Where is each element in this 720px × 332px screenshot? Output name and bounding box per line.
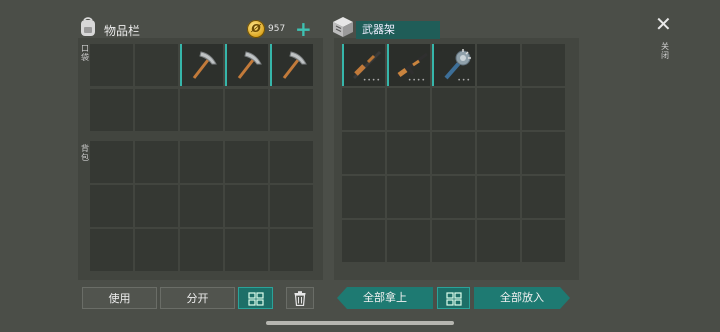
backpack-slot[interactable] [180,185,223,227]
rack-slot-empty[interactable] [342,176,385,218]
backpack-slot[interactable] [135,141,178,183]
rack-slot-empty[interactable] [522,44,565,86]
pickaxe-icon [237,51,262,79]
pocket-slot-empty[interactable] [180,89,223,131]
backpack-slot[interactable] [135,185,178,227]
coin-icon: Ø [247,20,265,38]
backpack-slot[interactable] [270,141,313,183]
pocket-slot-empty[interactable] [135,89,178,131]
pocket-slot-empty[interactable] [90,44,133,86]
rack-slot-empty[interactable] [387,132,430,174]
durability-dots: •••• [407,77,426,84]
backpack-slot[interactable] [270,229,313,271]
close-icon[interactable]: ✕ [655,14,672,34]
rack-slot-empty[interactable] [522,88,565,130]
backpack-slot[interactable] [180,229,223,271]
trash-button[interactable] [286,287,314,309]
rack-slot-empty[interactable] [477,132,520,174]
split-button[interactable]: 分开 [160,287,235,309]
coin-count: 957 [268,24,286,34]
pocket-slot-pickaxe[interactable] [225,44,268,86]
rack-grid: •••• •••• ••• [342,44,565,262]
take-all-button[interactable]: 全部拿上 [337,287,433,309]
pocket-slot-empty[interactable] [270,89,313,131]
durability-dots: •••• [362,77,381,84]
backpack-icon [78,16,98,42]
rack-slot-empty[interactable] [432,176,475,218]
side-strip [640,0,720,332]
backpack-slot[interactable] [270,185,313,227]
use-button[interactable]: 使用 [82,287,157,309]
rack-title: 武器架 [356,21,440,39]
home-indicator[interactable] [266,321,454,325]
sort-inventory-button[interactable] [238,287,273,309]
rack-slot-empty[interactable] [342,220,385,262]
pocket-grid [90,44,313,86]
rack-slot-mace[interactable]: ••• [432,44,475,86]
backpack-slot[interactable] [90,185,133,227]
sort-rack-button[interactable] [437,287,470,309]
rack-slot-empty[interactable] [387,88,430,130]
pocket-slot-empty[interactable] [90,89,133,131]
rack-slot-empty[interactable] [387,220,430,262]
pocket-slot-empty[interactable] [225,89,268,131]
backpack-slot[interactable] [180,141,223,183]
backpack-slot[interactable] [225,229,268,271]
rack-slot-empty[interactable] [522,132,565,174]
rack-slot-rifle[interactable]: •••• [387,44,430,86]
rack-slot-empty[interactable] [477,176,520,218]
put-all-button[interactable]: 全部放入 [474,287,570,309]
close-label[interactable]: 关闭 [660,42,670,60]
backpack-slot[interactable] [90,229,133,271]
pickaxe-icon [192,51,217,79]
pocket-slot-pickaxe[interactable] [180,44,223,86]
trash-icon [294,291,306,307]
pocket-slot-empty[interactable] [135,44,178,86]
rack-slot-shotgun[interactable]: •••• [342,44,385,86]
backpack-slot[interactable] [90,141,133,183]
pocket-slot-pickaxe[interactable] [270,44,313,86]
pickaxe-icon [282,51,307,79]
rack-slot-empty[interactable] [432,220,475,262]
rack-slot-empty[interactable] [477,88,520,130]
rack-slot-empty[interactable] [522,220,565,262]
rack-slot-empty[interactable] [522,176,565,218]
backpack-slot[interactable] [225,185,268,227]
grid-sort-icon [445,292,462,306]
pocket-grid-row2 [90,89,313,131]
pocket-label: 口袋 [81,44,89,62]
rack-slot-empty[interactable] [432,132,475,174]
weapon-rack-icon [331,16,355,42]
rack-slot-empty[interactable] [432,88,475,130]
backpack-slot[interactable] [225,141,268,183]
rack-slot-empty[interactable] [342,88,385,130]
rack-slot-empty[interactable] [387,176,430,218]
rack-slot-empty[interactable] [342,132,385,174]
grid-sort-icon [247,292,264,306]
backpack-slot[interactable] [135,229,178,271]
rack-slot-empty[interactable] [477,220,520,262]
rack-slot-empty[interactable] [477,44,520,86]
add-coins-button[interactable]: + [295,19,312,39]
backpack-grid [90,141,313,271]
durability-dots: ••• [457,77,471,84]
inventory-title: 物品栏 [104,24,141,38]
backpack-label: 背包 [81,144,89,162]
